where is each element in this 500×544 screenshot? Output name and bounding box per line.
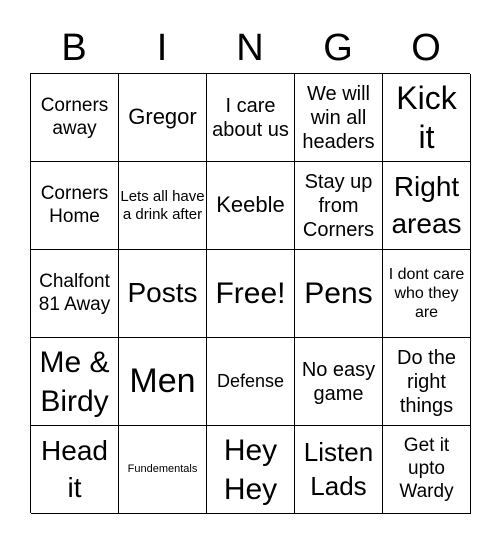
header-letter: O <box>411 27 441 69</box>
bingo-grid: Corners away Gregor I care about us We w… <box>30 73 471 514</box>
bingo-cell[interactable]: Lets all have a drink after <box>119 162 207 250</box>
bingo-cell[interactable]: Get it upto Wardy <box>383 426 471 514</box>
bingo-cell-free[interactable]: Free! <box>207 250 295 338</box>
bingo-cell[interactable]: Right areas <box>383 162 471 250</box>
bingo-cell[interactable]: Keeble <box>207 162 295 250</box>
bingo-cell[interactable]: We will win all headers <box>295 74 383 162</box>
bingo-cell[interactable]: Hey Hey <box>207 426 295 514</box>
bingo-cell[interactable]: Kick it <box>383 74 471 162</box>
bingo-cell[interactable]: Corners Home <box>31 162 119 250</box>
bingo-cell[interactable]: I care about us <box>207 74 295 162</box>
bingo-cell[interactable]: I dont care who they are <box>383 250 471 338</box>
bingo-cell[interactable]: Stay up from Corners <box>295 162 383 250</box>
header-letter: B <box>61 27 87 69</box>
bingo-header: B I N G O <box>30 26 470 70</box>
bingo-cell[interactable]: Listen Lads <box>295 426 383 514</box>
header-letter: G <box>323 27 353 69</box>
bingo-cell[interactable]: Corners away <box>31 74 119 162</box>
bingo-cell[interactable]: Do the right things <box>383 338 471 426</box>
bingo-cell[interactable]: Me & Birdy <box>31 338 119 426</box>
bingo-cell[interactable]: Chalfont 81 Away <box>31 250 119 338</box>
bingo-cell[interactable]: Head it <box>31 426 119 514</box>
bingo-cell[interactable]: No easy game <box>295 338 383 426</box>
header-letter: N <box>236 27 264 69</box>
bingo-cell[interactable]: Posts <box>119 250 207 338</box>
header-letter: I <box>156 27 168 69</box>
bingo-cell[interactable]: Gregor <box>119 74 207 162</box>
bingo-cell[interactable]: Defense <box>207 338 295 426</box>
bingo-cell[interactable]: Men <box>119 338 207 426</box>
bingo-cell[interactable]: Fundementals <box>119 426 207 514</box>
bingo-cell[interactable]: Pens <box>295 250 383 338</box>
